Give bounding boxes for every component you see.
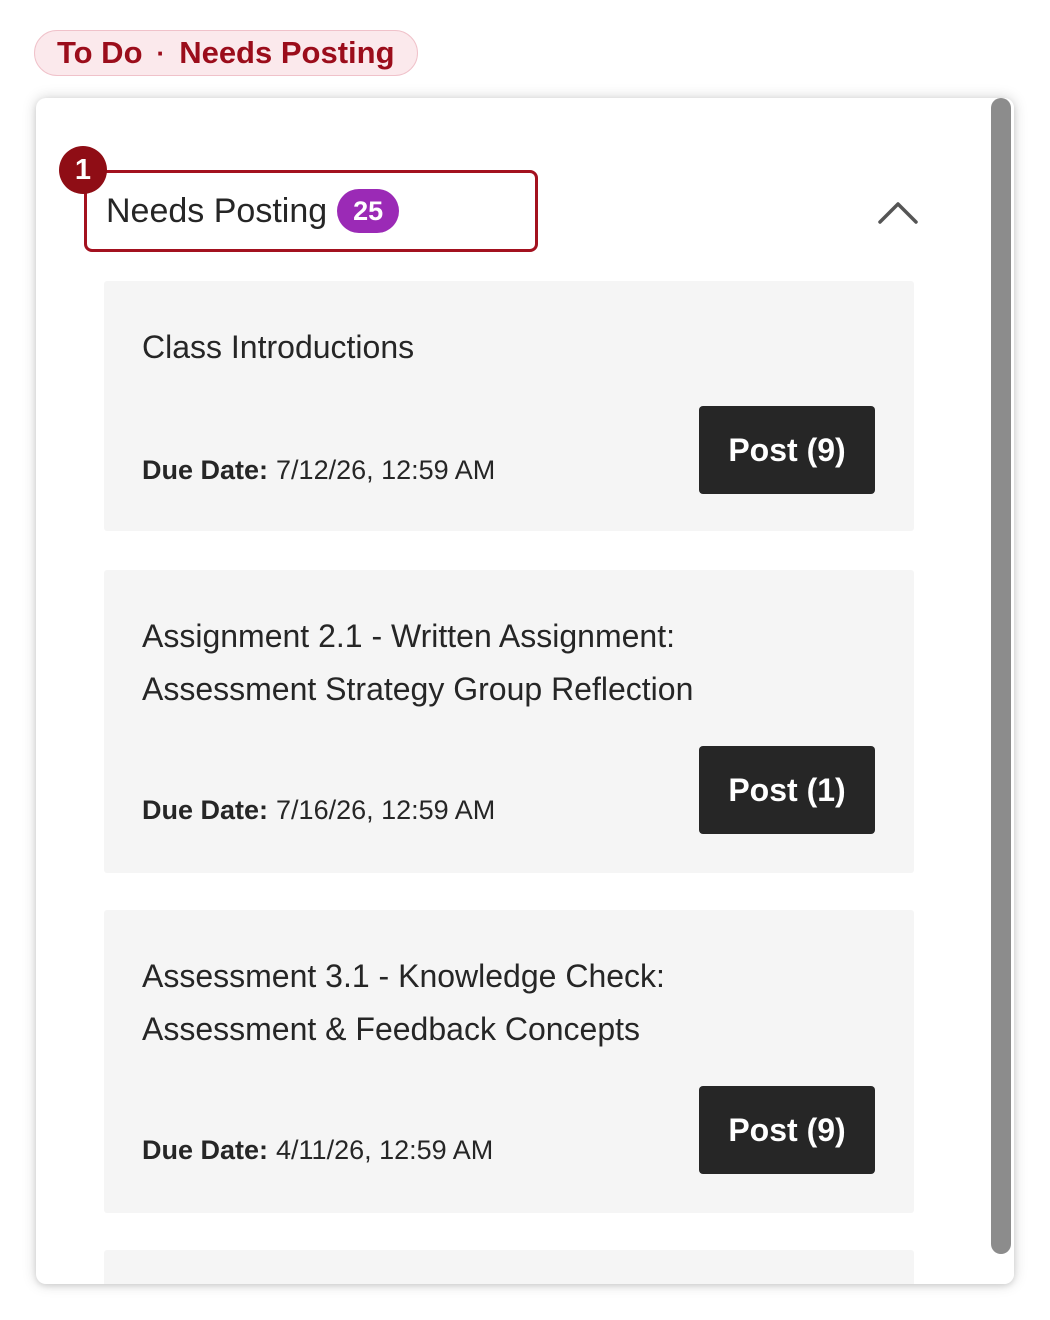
item-title[interactable]: Assignment 2.1 - Written Assignment: Ass… — [142, 610, 822, 716]
scrollbar[interactable] — [988, 98, 1014, 1284]
due-date-label: Due Date: — [142, 455, 269, 485]
due-date: Due Date: 7/12/26, 12:59 AM — [142, 455, 495, 486]
chevron-up-icon — [878, 202, 918, 224]
due-date-label: Due Date: — [142, 795, 269, 825]
item-title[interactable]: Class Introductions — [142, 321, 822, 374]
due-date-value: 4/11/26, 12:59 AM — [276, 1135, 494, 1165]
breadcrumb-todo[interactable]: To Do — [57, 35, 143, 71]
collapse-button[interactable] — [868, 190, 928, 234]
post-button[interactable]: Post (1) — [699, 746, 875, 834]
list-item: Class Introductions Due Date: 7/12/26, 12… — [104, 281, 914, 531]
post-button[interactable]: Post (9) — [699, 406, 875, 494]
list-item: Assessment 3.1 - Knowledge Check: Assess… — [104, 910, 914, 1213]
list-item — [104, 1250, 914, 1284]
breadcrumb: To Do · Needs Posting — [34, 30, 418, 76]
list-item: Assignment 2.1 - Written Assignment: Ass… — [104, 570, 914, 873]
due-date-value: 7/16/26, 12:59 AM — [276, 795, 496, 825]
post-button[interactable]: Post (9) — [699, 1086, 875, 1174]
scrollbar-thumb[interactable] — [991, 98, 1011, 1254]
due-date-label: Due Date: — [142, 1135, 269, 1165]
needs-posting-panel: Needs Posting 25 1 Class Introductions D… — [36, 98, 1014, 1284]
item-title[interactable]: Assessment 3.1 - Knowledge Check: Assess… — [142, 950, 822, 1056]
breadcrumb-needs-posting: Needs Posting — [179, 35, 395, 70]
callout-step-badge: 1 — [59, 146, 107, 194]
breadcrumb-separator: · — [156, 37, 166, 68]
due-date: Due Date: 7/16/26, 12:59 AM — [142, 795, 495, 826]
due-date: Due Date: 4/11/26, 12:59 AM — [142, 1135, 493, 1166]
callout-highlight-box — [84, 170, 538, 252]
due-date-value: 7/12/26, 12:59 AM — [276, 455, 496, 485]
